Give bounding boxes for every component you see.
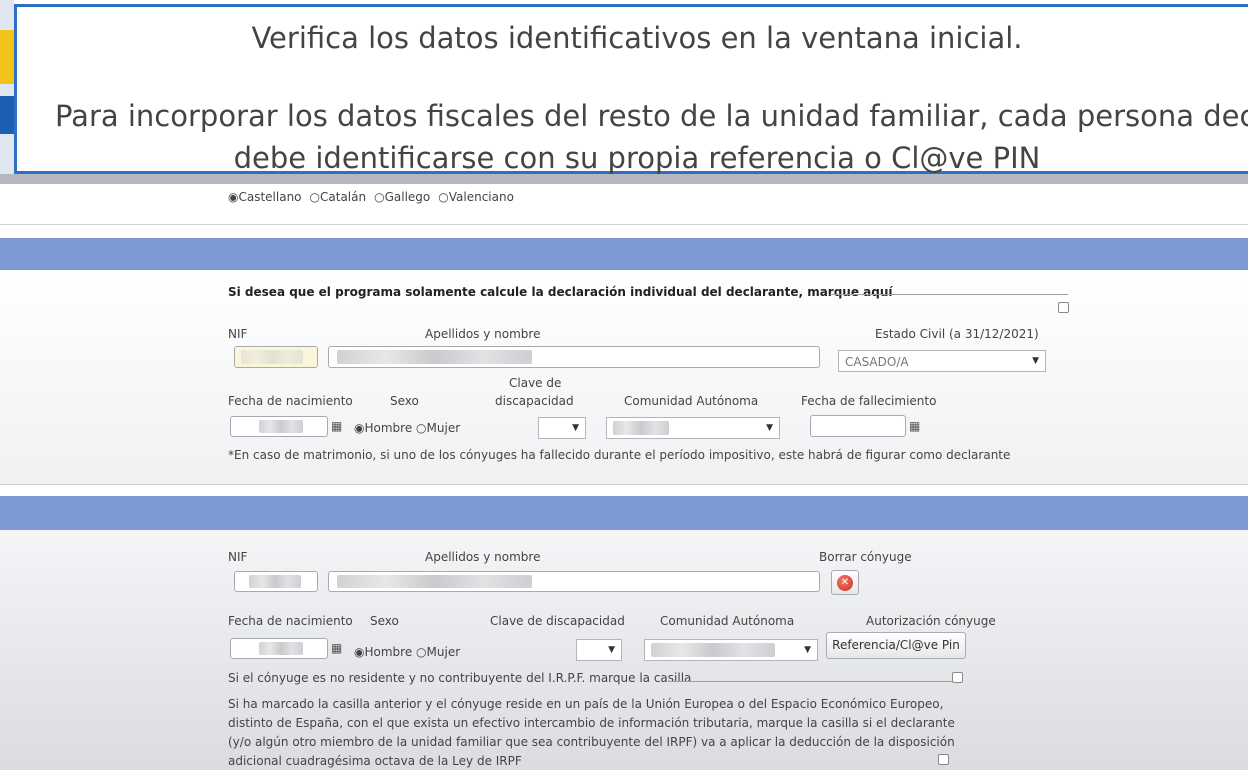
estado-civil-select[interactable]: CASADO/A ▼	[838, 350, 1046, 372]
nif-field[interactable]	[234, 346, 318, 368]
radio-hombre[interactable]: ◉Hombre	[354, 421, 412, 435]
header-gray-band	[0, 174, 1248, 184]
sexo-radio-group: ◉Hombre ○Mujer	[354, 421, 460, 435]
radio-gallego[interactable]: ○Gallego	[374, 190, 434, 204]
calendar-icon[interactable]: ▦	[331, 641, 342, 655]
divider	[0, 224, 1248, 225]
radio-mujer[interactable]: ○Mujer	[416, 645, 460, 659]
radio-catalan[interactable]: ○Catalán	[310, 190, 371, 204]
fecha-nacimiento-field[interactable]	[230, 416, 328, 437]
autorizacion-conyuge-label: Autorización cónyuge	[866, 614, 996, 628]
section-band-declarante	[0, 238, 1248, 270]
ue-text-line-3: (y/o algún otro miembro de la unidad fam…	[228, 735, 955, 749]
referencia-clave-pin-button[interactable]: Referencia/Cl@ve Pin	[826, 632, 966, 659]
banner-line-2: Para incorporar los datos fiscales del r…	[55, 99, 1248, 133]
conyuge-fecha-nacimiento-field[interactable]	[230, 638, 328, 659]
borrar-conyuge-button[interactable]: ✕	[831, 570, 859, 595]
leader-line	[668, 681, 952, 682]
fallecimiento-label: Fecha de fallecimiento	[801, 394, 937, 408]
discapacidad-label-1: Clave de	[509, 376, 562, 390]
conyuge-nif-label: NIF	[228, 550, 248, 564]
conyuge-panel	[0, 530, 1248, 770]
nota-matrimonio: *En caso de matrimonio, si uno de los có…	[228, 448, 1011, 462]
conyuge-nombre-label: Apellidos y nombre	[425, 550, 541, 564]
chevron-down-icon: ▼	[608, 645, 615, 655]
delete-circle-icon: ✕	[837, 575, 853, 591]
calendar-icon[interactable]: ▦	[331, 419, 342, 433]
conyuge-nombre-field[interactable]	[328, 571, 820, 592]
individual-declaration-checkbox[interactable]	[1058, 302, 1069, 313]
comunidad-label: Comunidad Autónoma	[624, 394, 759, 408]
discapacidad-select[interactable]: ▼	[538, 417, 586, 439]
sexo-label: Sexo	[390, 394, 419, 408]
no-residente-label: Si el cónyuge es no residente y no contr…	[228, 671, 692, 685]
section-band-conyuge	[0, 496, 1248, 530]
radio-castellano[interactable]: ◉Castellano	[228, 190, 306, 204]
fecha-fallecimiento-field[interactable]	[810, 415, 906, 437]
chevron-down-icon: ▼	[766, 423, 773, 433]
left-edge-blue-block	[0, 96, 14, 134]
comunidad-select[interactable]: ▼	[606, 417, 780, 439]
left-edge-strip	[0, 0, 14, 182]
conyuge-discapacidad-label: Clave de discapacidad	[490, 614, 625, 628]
banner-line-3: debe identificarse con su propia referen…	[233, 141, 1041, 175]
language-selector: ◉Castellano ○Catalán ○Gallego ○Valenciano	[228, 190, 522, 204]
radio-hombre[interactable]: ◉Hombre	[354, 645, 412, 659]
conyuge-sexo-radio-group: ◉Hombre ○Mujer	[354, 645, 460, 659]
estado-civil-value: CASADO/A	[845, 355, 909, 369]
conyuge-comunidad-select[interactable]: ▼	[644, 639, 818, 661]
radio-mujer[interactable]: ○Mujer	[416, 421, 460, 435]
chevron-down-icon: ▼	[572, 423, 579, 433]
calendar-icon[interactable]: ▦	[909, 419, 920, 433]
fecha-nacimiento-label: Fecha de nacimiento	[228, 394, 353, 408]
individual-declaration-label: Si desea que el programa solamente calcu…	[228, 285, 893, 299]
conyuge-discapacidad-select[interactable]: ▼	[576, 639, 622, 661]
chevron-down-icon: ▼	[1032, 356, 1039, 366]
chevron-down-icon: ▼	[804, 645, 811, 655]
left-edge-yellow-block	[0, 30, 14, 84]
nombre-label: Apellidos y nombre	[425, 327, 541, 341]
deduccion-checkbox[interactable]	[938, 754, 949, 765]
ue-text-line-2: distinto de España, con el que exista un…	[228, 716, 955, 730]
ue-text-line-1: Si ha marcado la casilla anterior y el c…	[228, 697, 944, 711]
no-residente-checkbox[interactable]	[952, 672, 963, 683]
nif-label: NIF	[228, 327, 248, 341]
discapacidad-label-2: discapacidad	[495, 394, 574, 408]
radio-valenciano[interactable]: ○Valenciano	[438, 190, 518, 204]
banner-line-1: Verifica los datos identificativos en la…	[251, 21, 1023, 55]
ue-text-line-4: adicional cuadragésima octava de la Ley …	[228, 754, 522, 768]
leader-line	[830, 294, 1068, 295]
estado-civil-label: Estado Civil (a 31/12/2021)	[875, 327, 1039, 341]
conyuge-fecha-nacimiento-label: Fecha de nacimiento	[228, 614, 353, 628]
divider	[0, 484, 1248, 485]
instruction-banner: Verifica los datos identificativos en la…	[14, 4, 1248, 175]
conyuge-nif-field[interactable]	[234, 571, 318, 592]
conyuge-comunidad-label: Comunidad Autónoma	[660, 614, 795, 628]
borrar-conyuge-label: Borrar cónyuge	[819, 550, 912, 564]
nombre-field[interactable]	[328, 346, 820, 368]
conyuge-sexo-label: Sexo	[370, 614, 399, 628]
